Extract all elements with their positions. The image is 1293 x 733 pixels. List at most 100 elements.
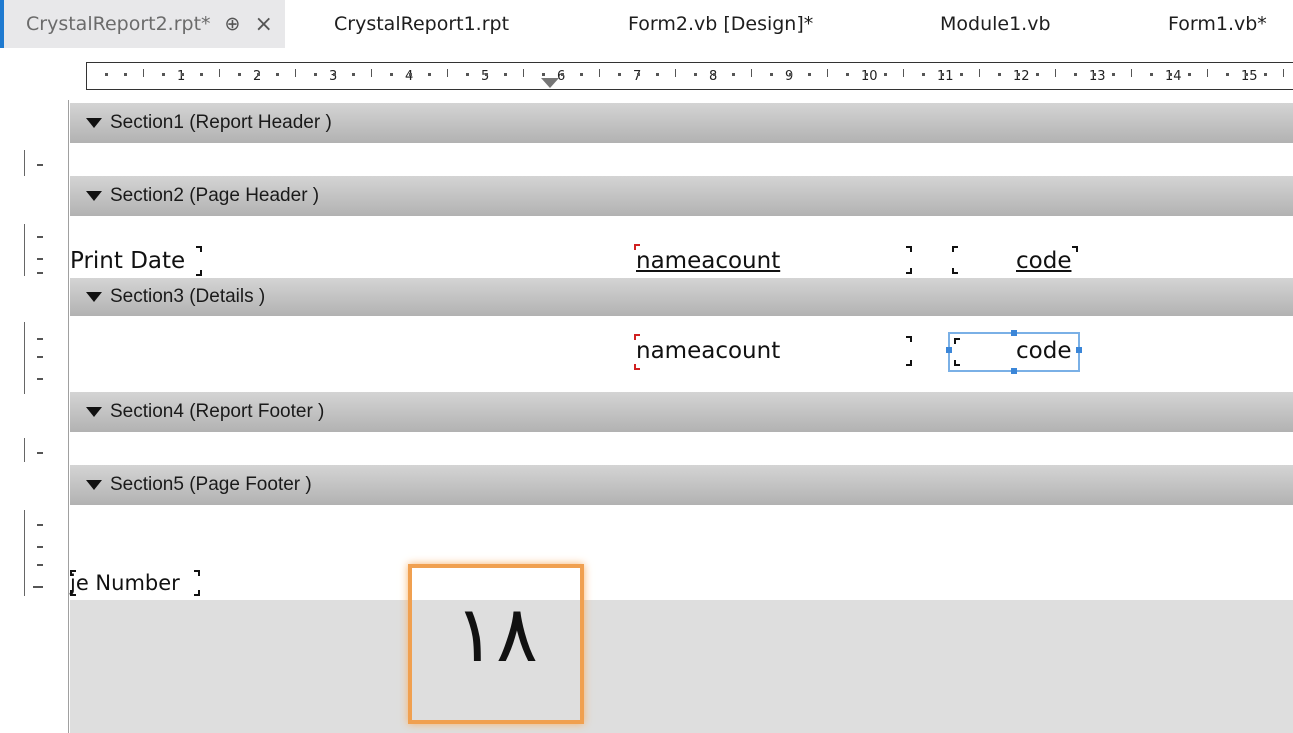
ruler-tick [1017,73,1020,76]
resize-handle[interactable] [1011,368,1017,374]
ruler-tick [599,69,600,77]
ruler-tick [485,73,488,76]
ruler-tick [390,73,393,76]
ruler-tick [1150,73,1153,76]
detail-nameacount-field[interactable]: nameacount [636,338,780,364]
field-corner [952,246,958,252]
ruler-tick [333,73,336,76]
ruler-tick [808,73,811,76]
ruler-tick [903,69,904,77]
ruler-tick [1226,73,1229,76]
ruler-tick [409,73,412,76]
ruler-tick [1131,69,1132,77]
close-icon[interactable]: × [254,12,272,37]
ruler-tick [789,73,792,76]
collapse-arrow-icon[interactable] [86,407,102,417]
section-label: Section5 (Page Footer ) [110,474,312,495]
ruler-tick [371,69,372,77]
field-corner [954,338,960,344]
header-nameacount-field[interactable]: nameacount [636,248,780,274]
resize-handle[interactable] [946,347,952,353]
tab-form2-design[interactable]: Form2.vb [Design]* [628,0,813,48]
ruler-tick [884,73,887,76]
ruler-dash [37,378,43,380]
section-height-marker[interactable] [24,150,25,176]
ruler-dash [37,546,43,548]
header-code-field[interactable]: code [1016,248,1071,274]
ruler-tick [941,73,944,76]
collapse-arrow-icon[interactable] [86,191,102,201]
ruler-tick [162,73,165,76]
section-page-footer[interactable]: Section5 (Page Footer ) [70,465,1293,505]
field-corner [634,244,640,250]
ruler-tick [200,73,203,76]
ruler-tick [751,69,752,77]
resize-handle[interactable] [1076,347,1082,353]
ruler-number: 9 [785,69,794,84]
section-page-header[interactable]: Section2 (Page Header ) [70,176,1293,216]
ruler-number: 4 [405,69,414,84]
ruler-marker-icon[interactable] [541,78,559,88]
ruler-tick [181,73,184,76]
pin-icon[interactable]: ⊕ [225,13,241,35]
ruler-tick [656,73,659,76]
ruler-tick [922,73,925,76]
section-label: Section3 (Details ) [110,286,266,307]
tab-crystalreport2[interactable]: CrystalReport2.rpt* ⊕ × [4,0,285,48]
ruler-dash [37,356,43,358]
ruler-tick [827,69,828,77]
field-corner [196,270,202,276]
ruler-tick [618,73,621,76]
field-corner [906,360,912,366]
section-report-header[interactable]: Section1 (Report Header ) [70,103,1293,143]
ruler-tick [219,69,220,77]
section-details[interactable]: Section3 (Details ) [70,278,1293,316]
section-height-marker[interactable] [24,224,25,276]
ruler-dash [37,524,43,526]
section-height-marker[interactable] [24,438,25,462]
ruler-tick [1169,73,1172,76]
ruler-dash [37,564,43,566]
ruler-tick [979,69,980,77]
tab-label: Module1.vb [940,13,1051,35]
page-number-field[interactable]: je Number [70,571,180,595]
ruler-tick [504,73,507,76]
section-height-marker[interactable] [24,322,25,394]
collapse-arrow-icon[interactable] [86,292,102,302]
ruler-number: 13 [1089,69,1106,84]
section-report-footer[interactable]: Section4 (Report Footer ) [70,392,1293,432]
field-corner [194,570,200,576]
print-date-field[interactable]: Print Date [70,248,185,274]
resize-handle[interactable] [1011,330,1017,336]
ruler-number: 12 [1013,69,1030,84]
field-corner [194,590,200,596]
tab-label: Form2.vb [Design]* [628,13,814,35]
ruler-tick [1074,73,1077,76]
horizontal-ruler[interactable]: 1 2 3 4 5 6 7 8 9 10 11 12 13 14 15 [86,62,1293,90]
ruler-tick [295,69,296,77]
tab-module1[interactable]: Module1.vb [940,0,1051,48]
tab-crystalreport1[interactable]: CrystalReport1.rpt [334,0,509,48]
ruler-number: 14 [1165,69,1182,84]
ruler-tick [314,73,317,76]
step-highlight-box: ١٨ [408,564,584,724]
ruler-tick [238,73,241,76]
detail-code-field[interactable]: code [1016,338,1071,364]
ruler-tick [1264,73,1267,76]
section-height-marker[interactable] [24,510,25,596]
field-corner [906,246,912,252]
ruler-tick [1283,69,1284,77]
collapse-arrow-icon[interactable] [86,118,102,128]
tab-form1[interactable]: Form1.vb* [1168,0,1267,48]
ruler-dash [37,452,43,454]
ruler-tick [1112,73,1115,76]
ruler-tick [561,73,564,76]
ruler-number: 5 [481,69,490,84]
collapse-arrow-icon[interactable] [86,480,102,490]
ruler-tick [846,73,849,76]
field-corner [634,364,640,370]
ruler-tick [428,73,431,76]
field-corner [906,268,912,274]
ruler-tick [998,73,1001,76]
ruler-tick [1245,73,1248,76]
